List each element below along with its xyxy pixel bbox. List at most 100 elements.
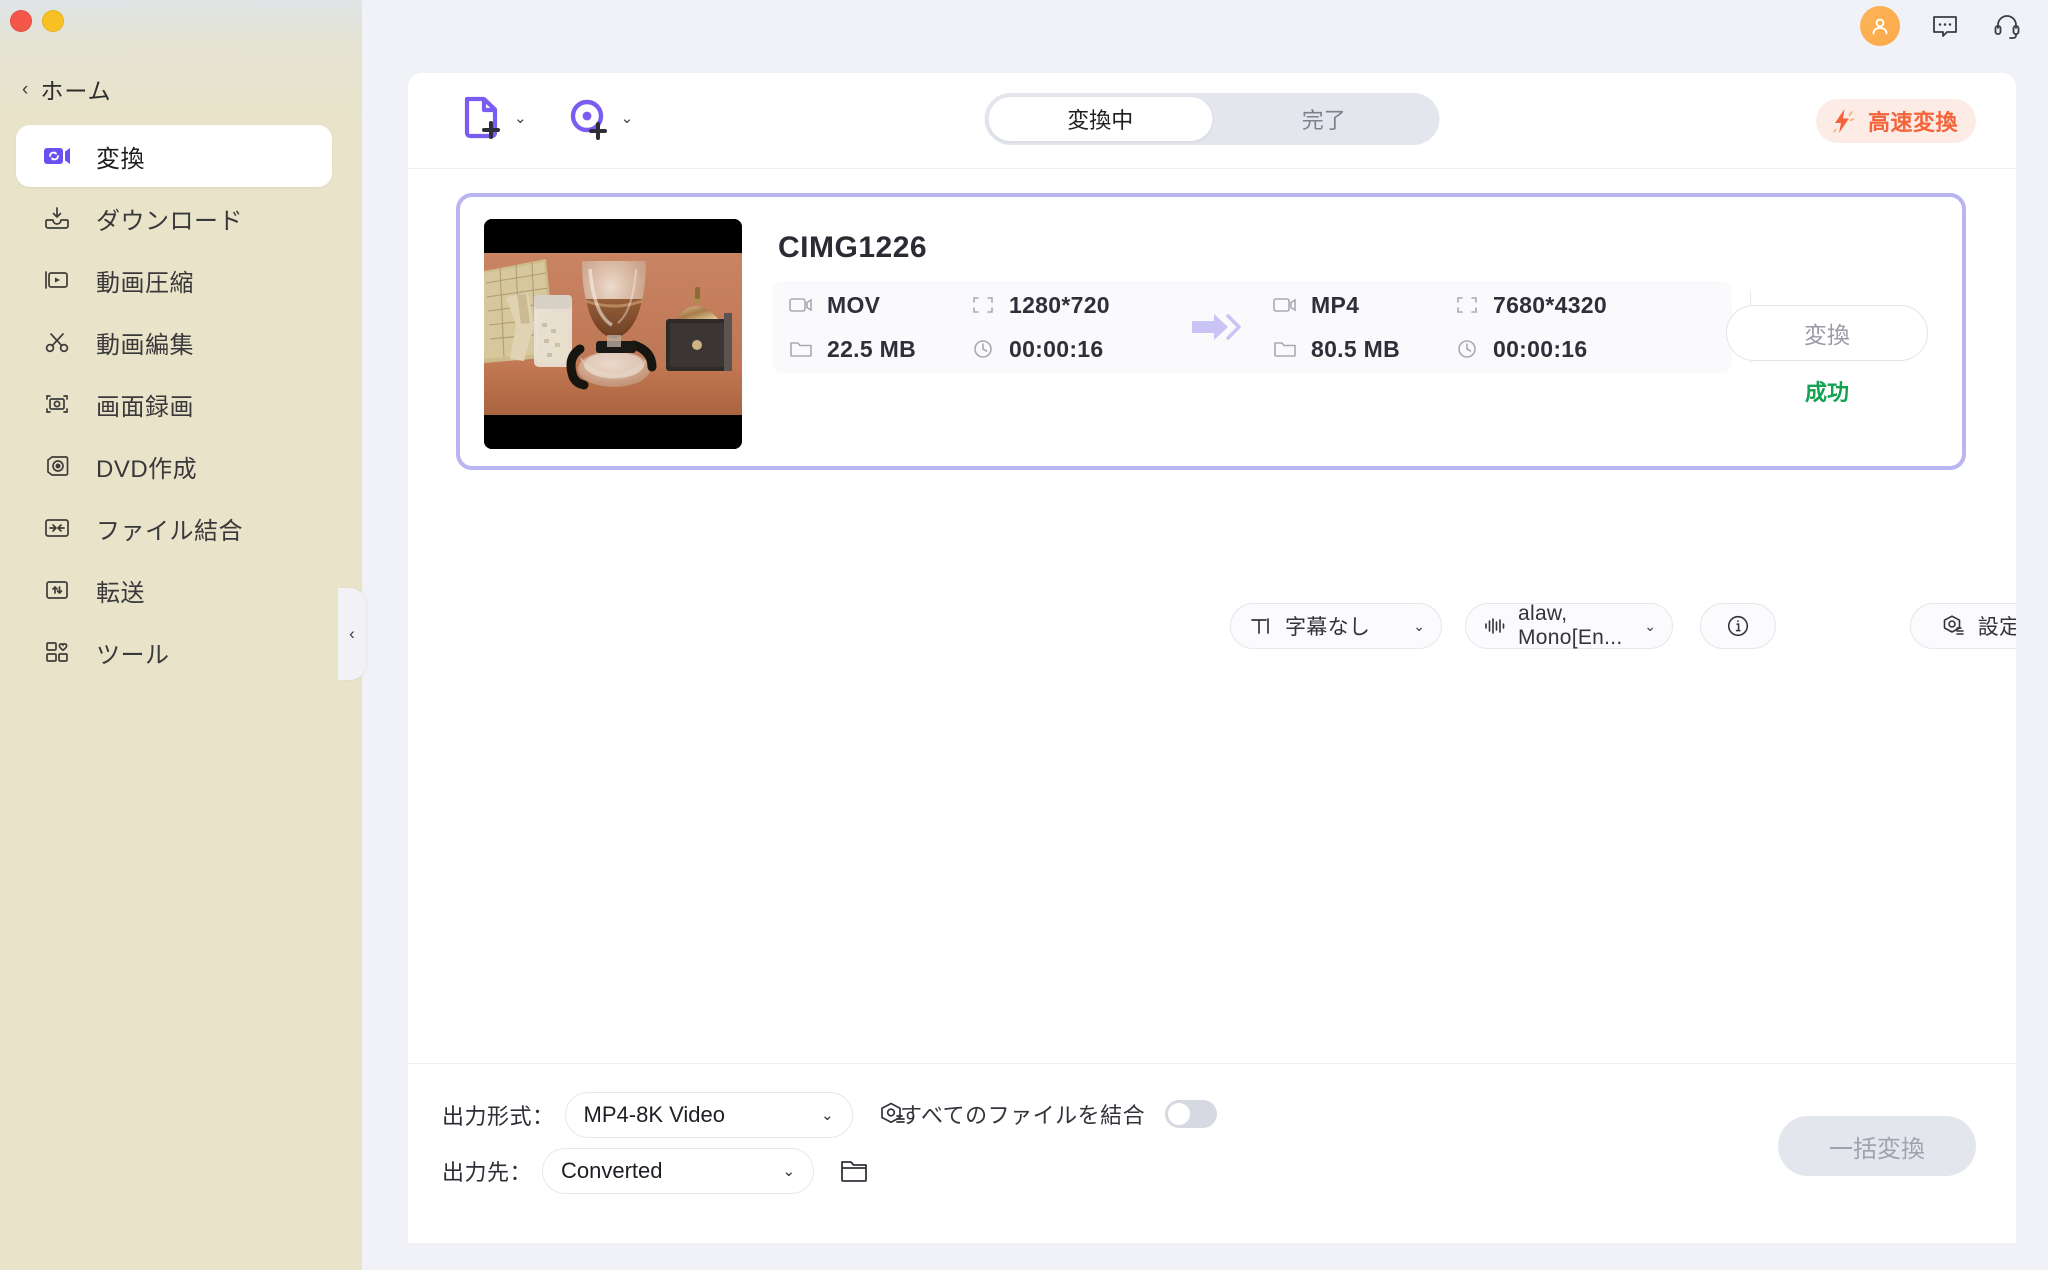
output-format-select[interactable]: MP4-8K Video ⌄ [564,1092,853,1138]
output-destination-value: Converted [561,1158,663,1183]
collapse-chevron-icon: ‹ [349,624,355,643]
video-thumbnail [484,219,742,449]
target-size: 80.5 MB [1272,327,1438,371]
home-back-link[interactable]: ‹ ホーム [22,72,112,106]
sidebar-item-convert[interactable]: 変換 [16,125,332,187]
sidebar-collapse-handle[interactable]: ‹ [338,588,366,680]
audio-track-select[interactable]: alaw, Mono[En... ⌄ [1465,602,1673,649]
source-format-column: MOV 22.5 MB [772,283,954,371]
fast-convert-label: 高速変換 [1867,110,1958,135]
subtitle-icon [1247,615,1273,637]
target-duration: 00:00:16 [1454,327,1656,371]
sidebar-item-label: ファイル結合 [96,517,243,545]
convert-button[interactable]: 変換 [1726,305,1928,361]
sidebar-item-compress[interactable]: 動画圧縮 [16,249,332,311]
letterbox-top [484,219,742,253]
close-button[interactable] [10,10,32,32]
video-format-icon [1272,294,1298,316]
subtitle-select[interactable]: 字幕なし ⌄ [1230,603,1442,649]
thumbnail-photo [484,253,742,415]
download-icon [40,201,74,235]
sidebar-item-edit[interactable]: 動画編集 [16,311,332,373]
browse-folder-button[interactable] [832,1149,876,1193]
target-resolution: 7680*4320 [1454,283,1656,327]
merge-all-files-group: すべてのファイルを結合 [900,1098,1218,1130]
app-window: ‹ ホーム 変換 ダウンロード 動画圧縮 動画編集 画面録画 DVD作成 ファイ… [0,0,2048,1270]
folder-icon [788,338,814,360]
sidebar-item-download[interactable]: ダウンロード [16,187,332,249]
output-destination-select[interactable]: Converted ⌄ [542,1148,815,1194]
merge-all-files-toggle[interactable] [1165,1100,1218,1128]
merge-all-files-label: すべてのファイルを結合 [900,1103,1146,1128]
sidebar-item-tools[interactable]: ツール [16,621,332,683]
tools-icon [40,635,74,669]
sidebar-item-screen-record[interactable]: 画面録画 [16,373,332,435]
convert-icon [40,139,74,173]
file-metadata: MOV 22.5 MB 1280*720 00:00:16 MP4 80.5 M… [772,281,1732,373]
source-duration-value: 00:00:16 [1009,335,1104,362]
window-top-icons [1860,6,2024,46]
target-format-column: MP4 80.5 MB [1256,283,1438,371]
card-settings-button[interactable]: 設定 [1910,603,2016,649]
info-icon [1725,615,1751,637]
folder-icon [1272,338,1298,360]
fast-convert-button[interactable]: 高速変換 [1815,99,1976,143]
audio-wave-icon [1482,615,1508,637]
target-duration-value: 00:00:16 [1493,335,1588,362]
sidebar-nav: 変換 ダウンロード 動画圧縮 動画編集 画面録画 DVD作成 ファイル結合 転送… [16,125,332,683]
tab-completed[interactable]: 完了 [1212,97,1436,141]
chevron-down-icon: ⌄ [620,110,634,127]
chevron-down-icon: ⌄ [1644,617,1656,634]
batch-convert-button[interactable]: 一括変換 [1778,1116,1976,1176]
output-format-value: MP4-8K Video [583,1102,725,1127]
source-spec-column: 1280*720 00:00:16 [954,283,1172,371]
letterbox-bottom [484,415,742,449]
back-chevron-icon: ‹ [22,78,29,100]
target-resolution-value: 7680*4320 [1493,291,1607,318]
sidebar-item-label: DVD作成 [96,455,198,483]
add-disc-button[interactable]: ⌄ [567,95,634,141]
clock-icon [1454,338,1480,360]
target-format-value: MP4 [1311,291,1360,318]
output-format-row: 出力形式： MP4-8K Video ⌄ [442,1092,915,1138]
compress-icon [40,263,74,297]
chevron-down-icon: ⌄ [1413,617,1425,634]
support-icon[interactable] [1990,9,2024,43]
tab-converting[interactable]: 変換中 [988,97,1212,141]
avatar[interactable] [1860,6,1900,46]
sidebar-item-label: 転送 [96,579,145,607]
add-buttons-group: ⌄ ⌄ [460,95,633,141]
source-resolution: 1280*720 [970,283,1172,327]
output-destination-label: 出力先： [442,1160,533,1185]
bottom-bar: 出力形式： MP4-8K Video ⌄ 出力先： Converted ⌄ すべ… [408,1063,2016,1243]
subtitle-value: 字幕なし [1285,616,1371,639]
sidebar-item-dvd[interactable]: DVD作成 [16,435,332,497]
sidebar-item-transfer[interactable]: 転送 [16,559,332,621]
media-info-button[interactable] [1700,603,1776,649]
dvd-icon [40,449,74,483]
screen-record-icon [40,387,74,421]
transfer-icon [40,573,74,607]
feedback-icon[interactable] [1928,9,1962,43]
sidebar-item-label: 変換 [96,145,145,173]
sidebar-item-label: 画面録画 [96,393,194,421]
chevron-down-icon: ⌄ [782,1163,796,1180]
audio-track-value: alaw, Mono[En... [1518,602,1623,649]
source-resolution-value: 1280*720 [1009,291,1110,318]
file-card[interactable]: CIMG1226 MOV 22.5 MB 1280*720 00:00:16 M… [456,193,2016,649]
window-titlebar [0,0,362,44]
source-size-value: 22.5 MB [827,335,917,362]
clock-icon [970,338,996,360]
output-destination-row: 出力先： Converted ⌄ [442,1148,876,1194]
target-size-value: 80.5 MB [1311,335,1401,362]
sidebar-item-label: 動画編集 [96,331,194,359]
minimize-button[interactable] [42,10,64,32]
sidebar-item-merge[interactable]: ファイル結合 [16,497,332,559]
lightning-icon [1833,109,1855,133]
chevron-down-icon: ⌄ [514,110,527,127]
add-file-button[interactable]: ⌄ [460,95,527,141]
output-format-label: 出力形式： [442,1104,555,1129]
source-format: MOV [788,283,954,327]
status-tabs: 変換中 完了 [984,93,1440,145]
merge-icon [40,511,74,545]
